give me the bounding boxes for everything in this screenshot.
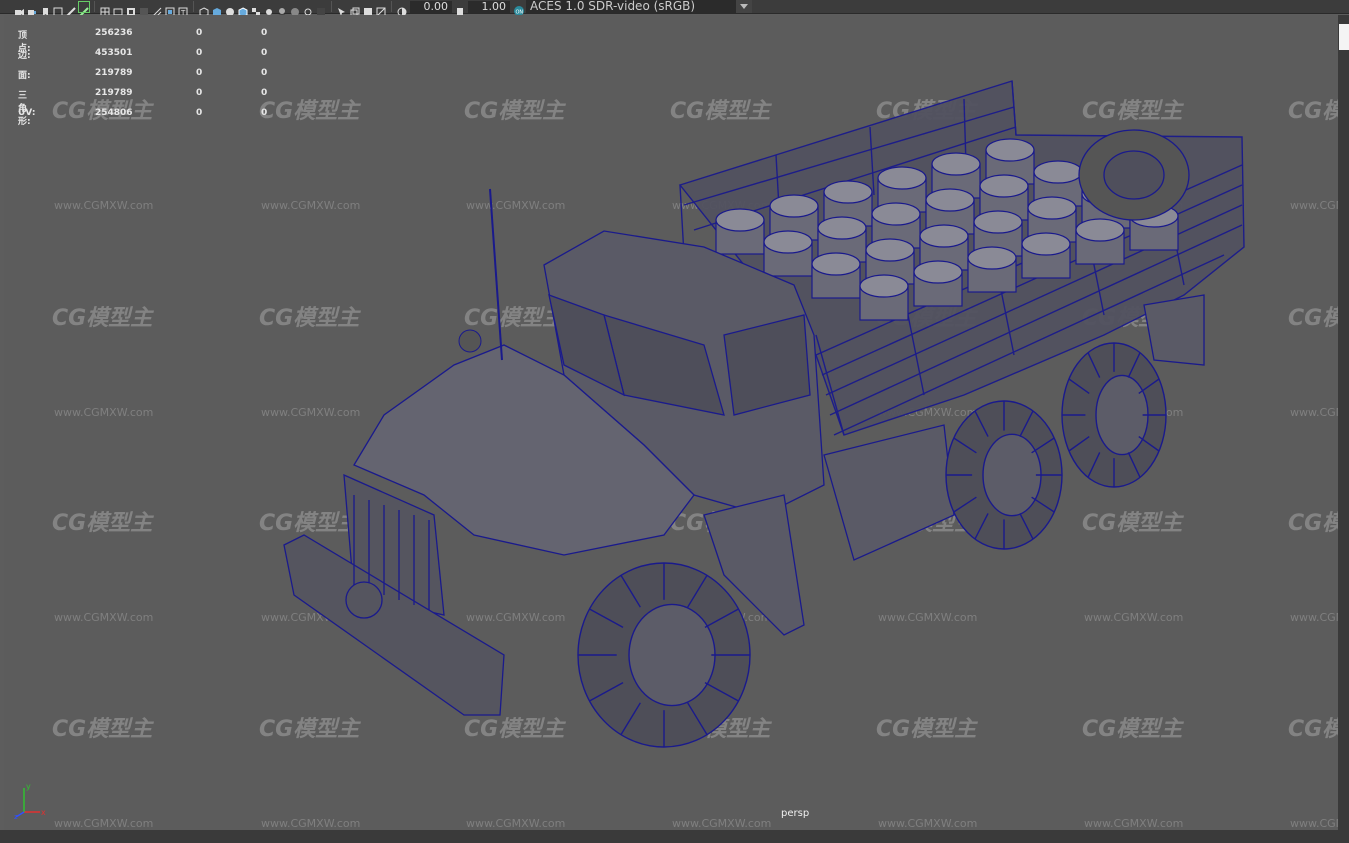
right-panel-edge [1338, 15, 1349, 830]
hud-label: 面: [18, 71, 31, 81]
anti-aliasing-icon[interactable] [316, 2, 326, 16]
hud-value: 0 [261, 88, 268, 98]
ambient-occlusion-icon[interactable] [290, 2, 300, 16]
shadows-icon[interactable] [277, 2, 287, 16]
textured-icon[interactable] [251, 2, 261, 16]
resolution-gate-icon[interactable] [126, 2, 136, 16]
hud-value: 0 [196, 68, 203, 78]
gamma-icon[interactable] [455, 2, 465, 16]
smooth-shade-icon[interactable] [212, 2, 222, 16]
xray-components-icon[interactable] [376, 2, 386, 16]
camera-icon[interactable] [14, 2, 24, 16]
hud-value: 0 [261, 48, 268, 58]
truck-wireframe-model[interactable] [4, 15, 1338, 830]
wireframe-on-shaded-icon[interactable] [238, 2, 248, 17]
hud-value: 0 [261, 28, 268, 38]
side-panel-tab[interactable] [1339, 24, 1349, 50]
gate-mask-icon[interactable] [139, 2, 149, 16]
safe-title-icon[interactable]: T [178, 2, 188, 17]
chevron-down-icon[interactable] [736, 0, 752, 13]
lights-icon[interactable] [264, 2, 274, 15]
hud-value: 0 [196, 88, 203, 98]
grease-pencil-icon[interactable] [66, 2, 76, 17]
hud-value: 254806 [95, 108, 133, 118]
color-space-select[interactable]: ACES 1.0 SDR-video (sRGB) [526, 0, 752, 13]
pencil-icon[interactable] [78, 0, 90, 17]
toolbar-divider [331, 1, 332, 12]
toolbar-divider [94, 1, 95, 12]
wireframe-icon[interactable] [199, 2, 209, 17]
xray-joints-icon[interactable] [363, 2, 373, 16]
toolbar-divider [391, 1, 392, 12]
hud-label: UV: [18, 108, 36, 118]
exposure-input[interactable]: 0.00 [410, 0, 452, 13]
hud-value: 0 [261, 68, 268, 78]
svg-text:y: y [26, 782, 31, 791]
grid-icon[interactable] [100, 2, 110, 16]
color-management-icon[interactable]: ON [513, 2, 524, 16]
hud-value: 0 [261, 108, 268, 118]
gamma-input[interactable]: 1.00 [468, 0, 510, 13]
hud-value: 256236 [95, 28, 133, 38]
hud-value: 0 [196, 48, 203, 58]
bookmark-icon[interactable] [40, 2, 50, 16]
camera-lock-icon[interactable] [27, 2, 37, 15]
image-plane-icon[interactable] [53, 2, 63, 16]
perspective-viewport[interactable]: CG模型主 www.CGMXW.com CG模型主 www.CGMXW.com CG模型… [4, 15, 1338, 830]
viewport-toolbar: T 0.00 1.00 ON ACES 1.0 SDR-video (sRGB) [0, 0, 1349, 17]
exposure-icon[interactable] [397, 2, 407, 16]
field-chart-icon[interactable] [152, 2, 162, 16]
bottom-bar [0, 830, 1349, 843]
camera-label: persp [781, 808, 810, 819]
xray-icon[interactable] [350, 2, 360, 16]
svg-text:z: z [14, 813, 18, 820]
svg-text:x: x [41, 808, 46, 817]
hud-label: 边: [18, 51, 31, 61]
motion-blur-icon[interactable] [303, 2, 313, 15]
color-space-value: ACES 1.0 SDR-video (sRGB) [530, 0, 696, 13]
hud-value: 0 [196, 108, 203, 118]
hud-value: 219789 [95, 68, 133, 78]
hud-value: 453501 [95, 48, 133, 58]
hud-value: 0 [196, 28, 203, 38]
isolate-select-icon[interactable] [337, 2, 347, 16]
default-material-icon[interactable] [225, 2, 235, 16]
safe-action-icon[interactable] [165, 2, 175, 16]
hud-value: 219789 [95, 88, 133, 98]
axis-gizmo: x y z [14, 782, 46, 820]
film-gate-icon[interactable] [113, 2, 123, 15]
toolbar-divider [193, 1, 194, 12]
